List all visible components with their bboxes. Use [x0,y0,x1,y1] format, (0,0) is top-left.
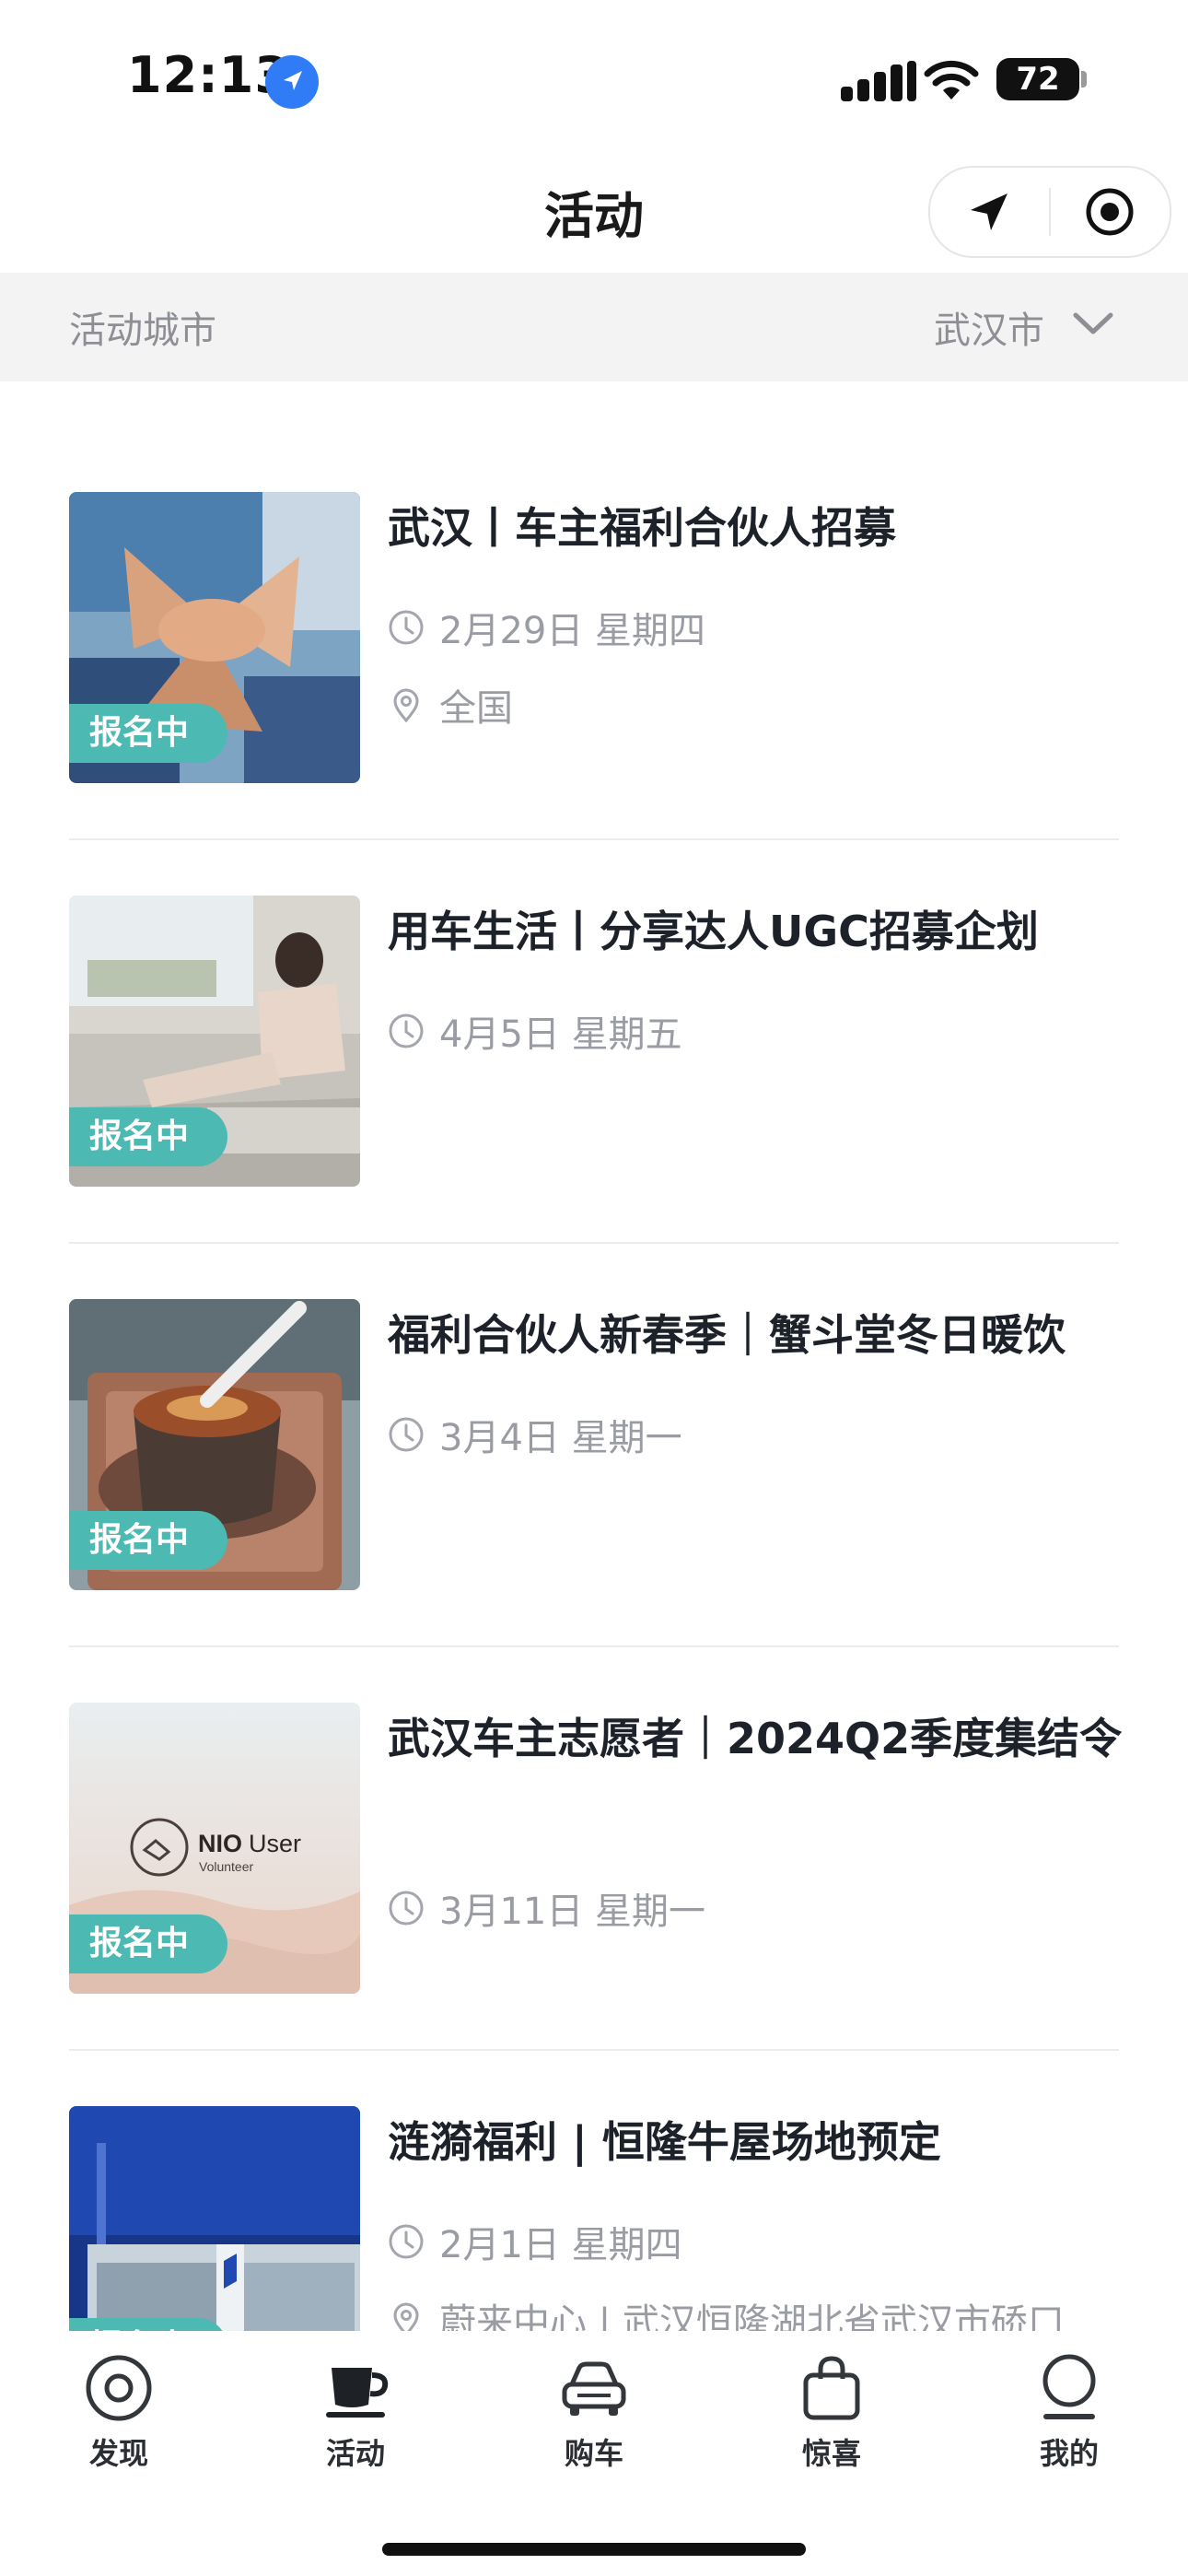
city-filter-label: 活动城市 [69,310,216,352]
event-thumbnail: 报名中 [69,492,360,783]
tab-label: 活动 [325,2436,385,2471]
event-location: 全国 [439,687,513,730]
location-arrow-icon [265,55,319,109]
event-title: 涟漪福利 | 恒隆牛屋场地预定 [388,2117,941,2167]
close-program-button[interactable] [1051,168,1169,256]
home-indicator[interactable] [382,2543,806,2556]
event-thumbnail: 报名中 [69,1299,360,1590]
event-date-row: 3月11日 星期一 [388,1885,705,1933]
location-pin-icon [393,688,419,723]
event-title: 武汉车主志愿者｜2024Q2季度集结令 [388,1714,1123,1763]
event-thumbnail: 报名中 [69,896,360,1187]
tab-activities[interactable]: 活动 [263,2331,448,2471]
status-badge: 报名中 [69,1914,228,1973]
status-badge: 报名中 [69,704,228,763]
city-selector-value[interactable]: 武汉市 [934,300,1044,354]
nio-house-storefront-image [69,2106,360,2331]
profile-icon [1042,2354,1096,2419]
event-date-row: 3月4日 星期一 [388,1411,682,1459]
event-card[interactable]: 报名中 涟漪福利 | 恒隆牛屋场地预定 2月1日 星期四 蔚来中心 | 武汉恒隆… [69,2106,1119,2331]
event-card[interactable]: 报名中 武汉丨车主福利合伙人招募 2月29日 星期四 全国 [69,492,1119,787]
navigation-arrow-icon [971,193,1007,230]
thumb-brand2-text: User [249,1830,301,1857]
chevron-down-icon[interactable] [1070,306,1116,343]
clock-icon [389,1417,424,1452]
battery-indicator: 72 [996,58,1079,100]
event-thumbnail: NIO User Volunteer 报名中 [69,1703,360,1994]
wifi-icon [923,55,980,103]
list-divider [69,1645,1119,1647]
event-date: 2月1日 星期四 [439,2224,682,2266]
status-badge: 报名中 [69,1107,228,1166]
event-location: 蔚来中心 | 武汉恒隆湖北省武汉市硚口 [439,2301,1065,2331]
list-divider [69,838,1119,840]
target-icon [1086,188,1134,236]
location-pin-icon [393,2302,419,2331]
city-filter-bar[interactable]: 活动城市 武汉市 [0,273,1188,381]
event-thumbnail: 报名中 [69,2106,360,2331]
event-title: 武汉丨车主福利合伙人招募 [388,503,896,553]
status-badge: 报名中 [69,2318,228,2331]
tab-surprise[interactable]: 惊喜 [740,2331,924,2471]
cellular-signal-icon [841,61,916,101]
event-date: 3月4日 星期一 [439,1417,682,1459]
tab-discover[interactable]: 发现 [27,2331,211,2471]
thumb-sub-text: Volunteer [199,1859,253,1874]
event-title: 用车生活丨分享达人UGC招募企划 [388,907,1039,956]
list-divider [69,1242,1119,1244]
tab-label: 购车 [564,2436,623,2471]
thumb-brand-text: NIO [198,1830,242,1857]
status-bar: 12:13 72 [0,0,1188,157]
event-card[interactable]: NIO User Volunteer 报名中 武汉车主志愿者｜2024Q2季度集… [69,1703,1122,1997]
discover-icon [86,2355,152,2421]
tab-label: 我的 [1039,2436,1099,2471]
event-card[interactable]: 报名中 福利合伙人新春季｜蟹斗堂冬日暖饮 3月4日 星期一 [69,1299,1119,1594]
event-location-row: 全国 [388,682,513,730]
event-date: 3月11日 星期一 [439,1891,706,1933]
list-divider [69,2049,1119,2051]
tab-label: 发现 [88,2436,148,2471]
event-date-row: 2月1日 星期四 [388,2219,682,2266]
event-location-row: 蔚来中心 | 武汉恒隆湖北省武汉市硚口 [388,2296,1065,2331]
bottom-tab-bar: 发现 活动 购车 惊喜 我的 [0,2331,1188,2576]
clock-icon [389,1013,424,1048]
tab-label: 惊喜 [801,2436,861,2471]
event-card[interactable]: 报名中 用车生活丨分享达人UGC招募企划 4月5日 星期五 [69,896,1119,1190]
event-date-row: 2月29日 星期四 [388,604,705,652]
event-title: 福利合伙人新春季｜蟹斗堂冬日暖饮 [388,1310,1066,1360]
clock-icon [389,610,424,645]
tab-buy-car[interactable]: 购车 [502,2331,686,2471]
status-badge: 报名中 [69,1511,228,1570]
event-date-row: 4月5日 星期五 [388,1008,682,1056]
location-nav-button[interactable] [930,168,1048,256]
car-icon [562,2361,626,2416]
clock-icon [389,2224,424,2259]
mini-program-capsule [928,166,1171,258]
event-date: 4月5日 星期五 [439,1013,682,1056]
tab-mine[interactable]: 我的 [977,2331,1161,2471]
event-date: 2月29日 星期四 [439,610,706,652]
shopping-bag-icon [803,2356,860,2420]
clock-icon [389,1891,424,1926]
battery-cap [1081,71,1087,88]
coffee-cup-icon [326,2368,389,2418]
